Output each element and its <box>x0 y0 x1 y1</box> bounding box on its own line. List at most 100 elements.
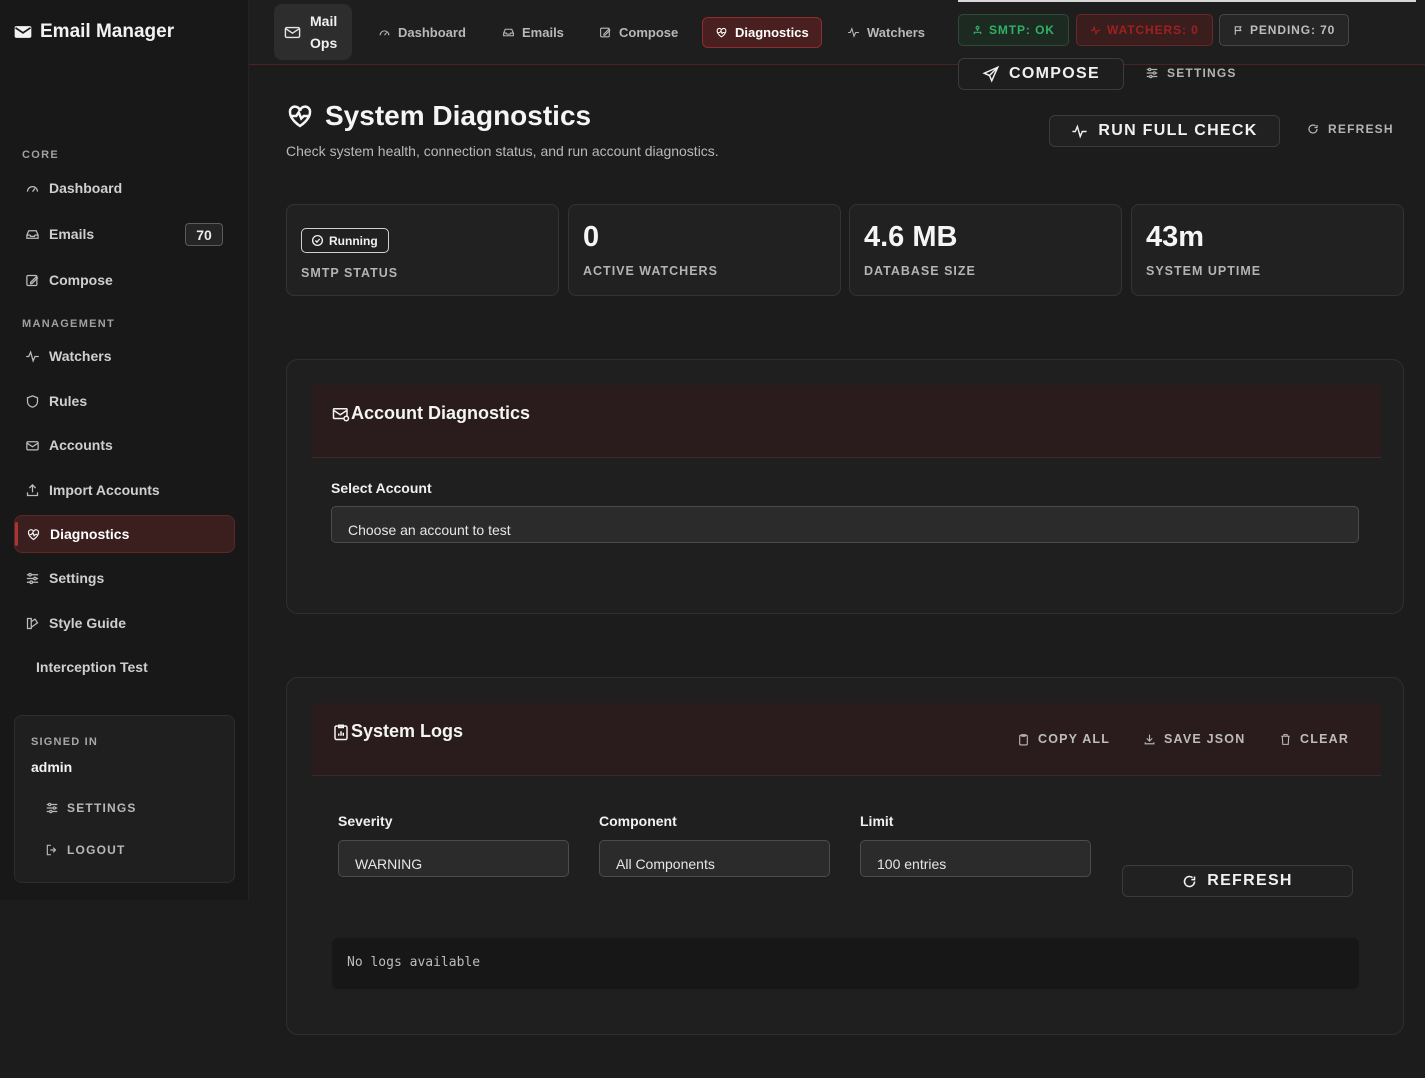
stat-label: SMTP STATUS <box>301 266 399 280</box>
sidebar-item-label: Rules <box>49 393 88 409</box>
severity-select[interactable]: WARNING <box>338 840 569 877</box>
send-icon <box>982 65 1000 83</box>
gauge-icon <box>25 181 40 196</box>
mail-ops-line2: Ops <box>310 35 338 51</box>
signed-in-card: SIGNED IN admin SETTINGS LOGOUT <box>14 715 235 883</box>
stat-smtp-status: Running SMTP STATUS <box>286 204 559 296</box>
run-full-check-button[interactable]: RUN FULL CHECK <box>1049 115 1280 147</box>
account-diagnostics-panel: Account Diagnostics Select Account Choos… <box>286 359 1404 614</box>
page-title: System Diagnostics <box>285 100 591 132</box>
tab-watchers[interactable]: Watchers <box>835 17 937 48</box>
logout-button[interactable]: LOGOUT <box>45 843 126 857</box>
severity-label: Severity <box>338 813 393 829</box>
copy-all-label: COPY ALL <box>1038 732 1111 746</box>
tab-label: Dashboard <box>398 25 466 40</box>
section-label-core: CORE <box>22 149 59 161</box>
logs-refresh-label: REFRESH <box>1207 872 1293 889</box>
sidebar-item-label: Settings <box>49 570 105 586</box>
pending-status-pill[interactable]: PENDING: 70 <box>1219 14 1350 46</box>
run-full-check-label: RUN FULL CHECK <box>1098 122 1258 139</box>
signed-in-user: admin <box>31 759 73 775</box>
sidebar-item-watchers[interactable]: Watchers <box>14 337 235 375</box>
smtp-status-pill[interactable]: SMTP: OK <box>958 14 1069 46</box>
sidebar-item-settings[interactable]: Settings <box>14 559 235 597</box>
signed-in-label: SIGNED IN <box>31 736 99 748</box>
tab-diagnostics[interactable]: Diagnostics <box>702 17 822 48</box>
sidebar-item-label: Emails <box>49 226 95 242</box>
system-logs-title-text: System Logs <box>351 721 464 741</box>
refresh-button[interactable]: REFRESH <box>1307 122 1394 136</box>
clipboard-chart-icon <box>332 723 350 741</box>
sidebar-item-label: Import Accounts <box>49 482 160 498</box>
activity-icon <box>25 349 40 364</box>
sidebar-item-accounts[interactable]: Accounts <box>14 426 235 464</box>
status-badge: Running <box>301 228 389 253</box>
stat-active-watchers: 0 ACTIVE WATCHERS <box>568 204 841 296</box>
log-empty-message: No logs available <box>347 955 481 970</box>
compose-button-label: COMPOSE <box>1009 65 1100 82</box>
severity-value: WARNING <box>355 856 423 872</box>
top-divider <box>958 0 1416 2</box>
heart-pulse-icon <box>26 527 41 542</box>
component-select[interactable]: All Components <box>599 840 830 877</box>
settings-button[interactable]: SETTINGS <box>1145 66 1237 80</box>
stat-label: ACTIVE WATCHERS <box>583 264 718 278</box>
sidebar-item-diagnostics[interactable]: Diagnostics <box>14 515 235 553</box>
watchers-status-pill[interactable]: WATCHERS: 0 <box>1076 14 1213 46</box>
tab-dashboard[interactable]: Dashboard <box>366 17 478 48</box>
logout-icon <box>45 843 59 857</box>
emails-count-badge: 70 <box>185 223 223 246</box>
sidebar-item-rules[interactable]: Rules <box>14 382 235 420</box>
settings-button-label: SETTINGS <box>1167 66 1237 80</box>
limit-value: 100 entries <box>877 856 947 872</box>
clear-logs-button[interactable]: CLEAR <box>1279 732 1349 746</box>
refresh-label: REFRESH <box>1328 122 1394 136</box>
download-icon <box>1143 733 1156 746</box>
tab-compose[interactable]: Compose <box>587 17 690 48</box>
system-logs-title: System Logs <box>332 721 463 742</box>
mail-ops-label: Mail Ops <box>310 10 337 54</box>
check-circle-icon <box>311 234 324 247</box>
sidebar-item-label: Dashboard <box>49 180 123 196</box>
tab-label: Watchers <box>867 25 926 40</box>
tab-label: Emails <box>522 25 564 40</box>
page-title-text: System Diagnostics <box>325 100 592 131</box>
sliders-icon <box>45 801 59 815</box>
signin-settings-button[interactable]: SETTINGS <box>45 801 137 815</box>
component-value: All Components <box>616 856 715 872</box>
copy-all-button[interactable]: COPY ALL <box>1017 732 1110 746</box>
mail-ops-line1: Mail <box>310 13 338 29</box>
account-diagnostics-header: Account Diagnostics <box>312 385 1381 458</box>
stat-label: SYSTEM UPTIME <box>1146 264 1262 278</box>
sidebar-item-label: Compose <box>49 272 113 288</box>
sidebar-item-import-accounts[interactable]: Import Accounts <box>14 471 235 509</box>
activity-icon <box>1090 25 1101 36</box>
select-account-dropdown[interactable]: Choose an account to test <box>331 506 1359 543</box>
mail-ops-home[interactable]: Mail Ops <box>274 4 352 60</box>
sidebar-item-emails[interactable]: Emails 70 <box>14 215 235 253</box>
select-account-value: Choose an account to test <box>348 522 511 538</box>
edit-icon <box>599 26 612 39</box>
stat-label: DATABASE SIZE <box>864 264 976 278</box>
signin-settings-label: SETTINGS <box>67 801 137 815</box>
save-json-button[interactable]: SAVE JSON <box>1143 732 1245 746</box>
sidebar-item-style-guide[interactable]: Style Guide <box>14 604 235 642</box>
mail-stack-icon <box>25 438 40 453</box>
limit-select[interactable]: 100 entries <box>860 840 1091 877</box>
sidebar-item-interception-test[interactable]: Interception Test <box>14 648 235 686</box>
trash-icon <box>1279 733 1292 746</box>
tab-emails[interactable]: Emails <box>490 17 576 48</box>
logs-refresh-button[interactable]: REFRESH <box>1122 865 1353 897</box>
heart-pulse-icon <box>285 101 315 131</box>
sidebar-item-dashboard[interactable]: Dashboard <box>14 169 235 207</box>
watchers-status-label: WATCHERS: 0 <box>1107 23 1199 37</box>
compose-button[interactable]: COMPOSE <box>958 58 1124 90</box>
brand[interactable]: Email Manager <box>13 21 174 43</box>
sidebar-item-compose[interactable]: Compose <box>14 261 235 299</box>
network-icon <box>972 25 983 36</box>
edit-icon <box>25 273 40 288</box>
heart-pulse-icon <box>715 26 728 39</box>
stat-system-uptime: 43m SYSTEM UPTIME <box>1131 204 1404 296</box>
refresh-icon <box>1307 123 1319 135</box>
mail-icon <box>13 22 33 42</box>
